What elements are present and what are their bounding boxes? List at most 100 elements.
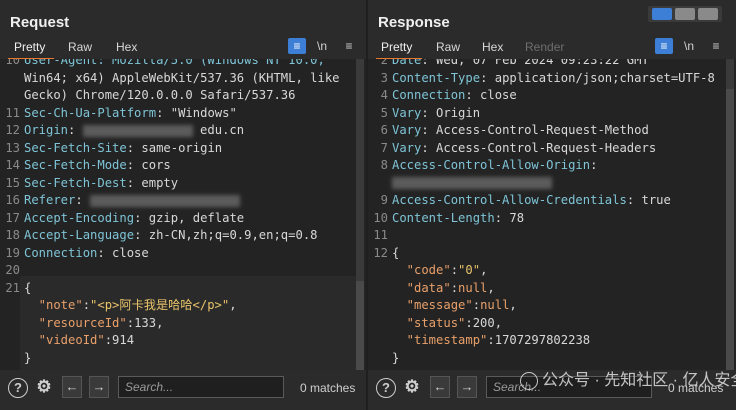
layout-tabs-icon[interactable] (698, 8, 718, 20)
response-scroll-thumb[interactable] (726, 89, 734, 370)
code-line: 9 Access-Control-Allow-Credentials: true (368, 192, 718, 210)
menu-icon[interactable]: ≡ (340, 38, 358, 54)
code-token: null (480, 298, 510, 312)
code-line: "data":null, (368, 280, 718, 298)
code-line: Gecko) Chrome/120.0.0.0 Safari/537.36 (0, 87, 350, 105)
forward-button[interactable]: → (89, 376, 109, 398)
code-text: { (24, 280, 31, 298)
tab-raw[interactable]: Raw (436, 40, 460, 54)
tab-pretty[interactable]: Pretty (381, 40, 412, 54)
code-token: Origin (24, 123, 69, 137)
tab-hex[interactable]: Hex (482, 40, 503, 54)
line-number: 8 (380, 158, 388, 172)
line-number: 12 (5, 123, 20, 137)
code-token: : true (626, 193, 671, 207)
layout-side-by-side-icon[interactable] (652, 8, 672, 20)
request-pane: Request Pretty Raw Hex ≡ \n ≡ 10 User-Age… (0, 0, 366, 410)
match-count: 0 matches (300, 381, 356, 395)
wrap-lines-icon[interactable]: ≡ (655, 38, 673, 54)
line-number: 11 (373, 228, 388, 242)
code-text: Access-Control-Allow-Origin: (392, 157, 597, 175)
line-number: 20 (5, 263, 20, 277)
watermark: 公众号 · 先知社区 · 亿人安全 (520, 366, 736, 390)
code-line: 17 Accept-Encoding: gzip, deflate (0, 210, 350, 228)
code-text: Win64; x64) AppleWebKit/537.36 (KHTML, l… (24, 70, 340, 88)
code-token: : Access-Control-Request-Headers (421, 140, 657, 155)
forward-button[interactable]: → (457, 376, 477, 398)
code-text: Sec-Fetch-Site: same-origin (24, 140, 222, 158)
code-token: Access-Control-Allow-Origin (392, 158, 591, 172)
settings-icon[interactable]: ⚙ (402, 378, 422, 398)
code-token: "note" (24, 298, 83, 312)
code-token: { (392, 245, 400, 260)
search-input[interactable]: Search... (118, 376, 284, 398)
response-tabs: Pretty Raw Hex Render ≡ \n ≡ (368, 38, 736, 60)
code-line: "message":null, (368, 297, 718, 315)
line-number: 10 (5, 59, 20, 67)
line-number: 2 (380, 59, 388, 67)
code-line: } (0, 350, 350, 368)
code-token: edu.cn (192, 123, 245, 137)
code-token: : Origin (421, 105, 481, 120)
line-number: 3 (380, 70, 388, 85)
code-token: Sec-Fetch-Site (24, 140, 127, 155)
code-line: 7 Vary: Access-Control-Request-Headers (368, 140, 718, 158)
code-token: "videoId" (24, 333, 105, 347)
code-token: : close (97, 245, 149, 260)
code-token: "status" (392, 315, 466, 330)
code-text: Access-Control-Allow-Credentials: true (392, 192, 671, 210)
code-line: 18 Accept-Language: zh-CN,zh;q=0.9,en;q=0… (0, 227, 350, 245)
code-line: 11 Sec-Ch-Ua-Platform: "Windows" (0, 105, 350, 123)
line-number: 19 (5, 245, 20, 260)
code-line: 12 Origin: edu.cn (0, 122, 350, 140)
request-scroll-thumb[interactable] (356, 281, 364, 370)
code-token: Referer (24, 193, 76, 207)
code-line: 19 Connection: close (0, 245, 350, 263)
newline-icon[interactable]: \n (680, 38, 698, 54)
back-button[interactable]: ← (430, 376, 450, 398)
code-token: Accept-Encoding (24, 210, 135, 225)
code-line: 10 Content-Length: 78 (368, 210, 718, 228)
code-token: Access-Control-Allow-Credentials (392, 193, 627, 207)
line-number: 15 (5, 175, 20, 190)
request-footer: ? ⚙ ← → Search... 0 matches (0, 370, 366, 410)
code-text: Content-Length: 78 (392, 210, 524, 228)
request-editor[interactable]: 10 User-Agent: Mozilla/5.0 (Windows NT 10… (0, 59, 366, 370)
code-line: 12 { (368, 245, 718, 263)
code-line: 16 Referer: (0, 192, 350, 210)
tab-render[interactable]: Render (525, 40, 564, 54)
wrap-lines-icon[interactable]: ≡ (288, 38, 306, 54)
code-line (368, 175, 718, 193)
code-token: null (458, 280, 488, 295)
code-token: Vary (392, 123, 422, 137)
redacted-text (82, 124, 193, 137)
code-text: Accept-Language: zh-CN,zh;q=0.9,en;q=0.8 (24, 227, 318, 245)
code-text: Gecko) Chrome/120.0.0.0 Safari/537.36 (24, 87, 296, 105)
newline-icon[interactable]: \n (313, 38, 331, 54)
code-text: Connection: close (24, 245, 149, 263)
code-token: : (68, 123, 83, 137)
tab-pretty[interactable]: Pretty (14, 40, 45, 54)
help-icon[interactable]: ? (376, 378, 396, 398)
code-token: "message" (392, 298, 473, 312)
code-token: , (229, 298, 237, 312)
back-button[interactable]: ← (62, 376, 82, 398)
help-icon[interactable]: ? (8, 378, 28, 398)
line-number: 11 (5, 105, 20, 120)
response-editor[interactable]: 2 Date: Wed, 07 Feb 2024 09:23:22 GMT 3 Con… (368, 59, 736, 370)
line-number: 17 (5, 210, 20, 225)
code-text: Sec-Ch-Ua-Platform: "Windows" (24, 105, 237, 123)
line-number: 21 (5, 280, 20, 295)
code-token: "timestamp" (392, 333, 488, 347)
layout-stacked-icon[interactable] (675, 8, 695, 20)
tab-raw[interactable]: Raw (68, 40, 92, 54)
response-title: Response (378, 14, 450, 31)
code-token: Accept-Language (24, 228, 135, 242)
code-text: Vary: Access-Control-Request-Method (392, 122, 649, 140)
tab-hex[interactable]: Hex (116, 40, 137, 54)
code-text: Accept-Encoding: gzip, deflate (24, 210, 244, 228)
menu-icon[interactable]: ≡ (707, 38, 725, 54)
code-token: Vary (392, 140, 422, 155)
settings-icon[interactable]: ⚙ (34, 378, 54, 398)
code-token: : "Windows" (156, 105, 237, 120)
